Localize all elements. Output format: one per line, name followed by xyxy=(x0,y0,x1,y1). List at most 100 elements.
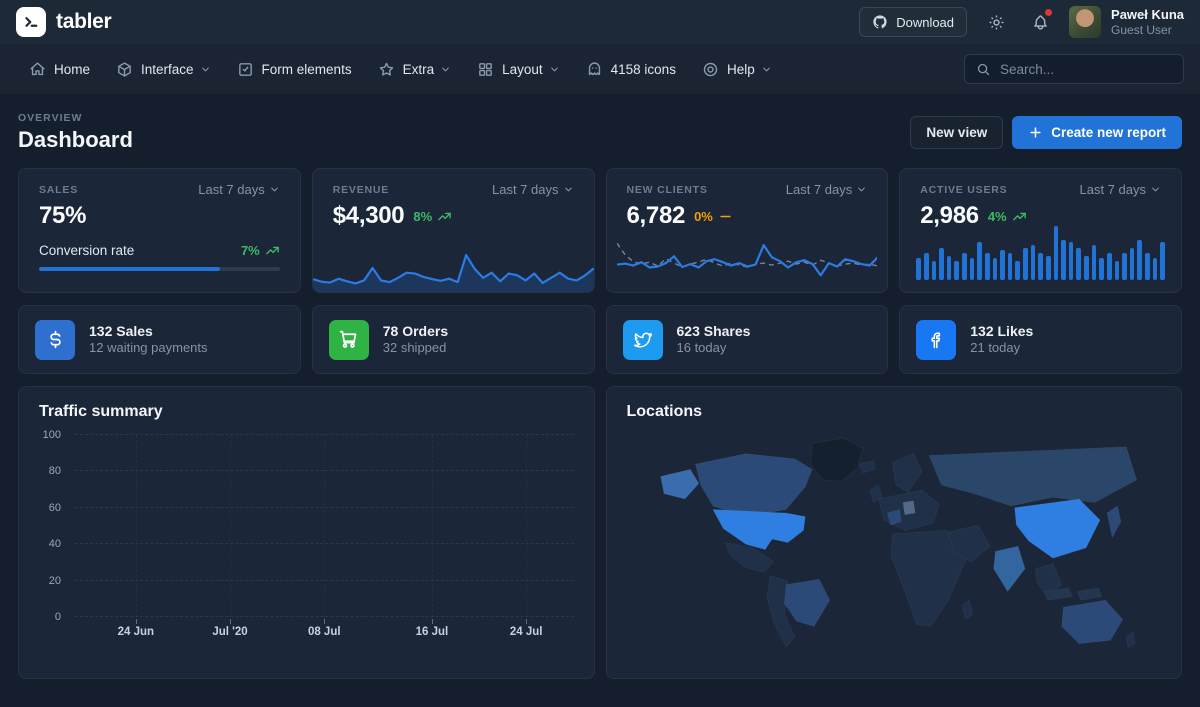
nav-item-layout[interactable]: Layout xyxy=(464,44,573,94)
spark-bar xyxy=(1122,253,1127,280)
notifications-button[interactable] xyxy=(1025,7,1055,37)
nav-item-help[interactable]: Help xyxy=(689,44,785,94)
create-report-label: Create new report xyxy=(1051,125,1166,140)
y-tick-label: 80 xyxy=(49,465,61,477)
map-region-russia xyxy=(929,447,1137,506)
map-region-madagascar xyxy=(962,600,972,619)
progress-fill xyxy=(39,267,220,271)
spark-bar xyxy=(1137,240,1142,281)
range-label: Last 7 days xyxy=(786,182,853,197)
users-sparkline-chart xyxy=(916,226,1165,280)
nav-item-icons[interactable]: 4158 icons xyxy=(573,44,689,94)
x-tick xyxy=(136,619,137,624)
nav-item-form-elements[interactable]: Form elements xyxy=(224,44,365,94)
x-tick-label: 24 Jul xyxy=(510,626,543,638)
y-tick-label: 60 xyxy=(49,502,61,514)
map-region-australia xyxy=(1061,600,1122,644)
trending-up-icon xyxy=(1012,209,1027,224)
map-region-japan xyxy=(1107,506,1121,537)
map-region-china[interactable] xyxy=(1014,499,1099,558)
users-range-dropdown[interactable]: Last 7 days xyxy=(1080,182,1162,197)
spark-bar xyxy=(1160,242,1165,280)
new-clients-change: 0% xyxy=(694,209,713,224)
spark-bar xyxy=(932,261,937,280)
conversion-progress-bar xyxy=(39,267,280,271)
new-clients-value: 6,782 xyxy=(627,202,686,230)
new-clients-card: NEW CLIENTS Last 7 days 6,782 0% xyxy=(606,168,889,293)
map-region-greenland xyxy=(810,438,862,482)
home-icon xyxy=(29,61,46,78)
sales-range-dropdown[interactable]: Last 7 days xyxy=(198,182,280,197)
spark-bar xyxy=(1107,253,1112,280)
notification-dot xyxy=(1045,9,1052,16)
trending-up-icon xyxy=(437,209,452,224)
user-name: Paweł Kuna xyxy=(1111,7,1184,23)
spark-bar xyxy=(1092,245,1097,280)
nav-label: Layout xyxy=(502,62,543,77)
traffic-summary-panel: Traffic summary 020406080100 24 JunJul '… xyxy=(18,386,595,679)
currency-dollar-icon xyxy=(35,320,75,360)
y-tick-label: 20 xyxy=(49,575,61,587)
spark-bar xyxy=(993,258,998,280)
new-view-button[interactable]: New view xyxy=(910,116,1003,149)
nav-item-extra[interactable]: Extra xyxy=(365,44,465,94)
spark-bar xyxy=(924,253,929,280)
spark-bar xyxy=(1061,240,1066,281)
page-title: Dashboard xyxy=(18,127,133,153)
x-tick-label: Jul '20 xyxy=(212,626,247,638)
download-button[interactable]: Download xyxy=(859,7,967,37)
spark-bar xyxy=(1069,242,1074,280)
search-input[interactable] xyxy=(1000,62,1177,77)
y-tick-label: 40 xyxy=(49,538,61,550)
active-users-card: ACTIVE USERS Last 7 days 2,986 4% xyxy=(899,168,1182,293)
spark-bar xyxy=(970,258,975,280)
spark-bar xyxy=(1046,256,1051,280)
chevron-down-icon xyxy=(440,64,451,75)
shares-info-card: 623 Shares 16 today xyxy=(606,305,889,374)
spark-bar xyxy=(1038,253,1043,280)
orders-info-card: 78 Orders 32 shipped xyxy=(312,305,595,374)
nav-label: Help xyxy=(727,62,755,77)
revenue-sparkline-chart xyxy=(313,246,594,292)
map-region-india xyxy=(993,546,1024,591)
traffic-bars xyxy=(75,435,574,617)
spark-bar xyxy=(1015,261,1020,280)
search-box[interactable] xyxy=(964,54,1184,84)
chevron-down-icon xyxy=(269,184,280,195)
active-users-label: ACTIVE USERS xyxy=(920,184,1007,196)
spark-bar xyxy=(1130,248,1135,280)
map-region-brazil xyxy=(784,579,829,626)
revenue-range-dropdown[interactable]: Last 7 days xyxy=(492,182,574,197)
user-role: Guest User xyxy=(1111,23,1184,37)
checkbox-icon xyxy=(237,61,254,78)
spark-bar xyxy=(1145,253,1150,280)
traffic-bar-chart xyxy=(75,435,574,617)
sales-value: 75% xyxy=(39,202,86,230)
revenue-label: REVENUE xyxy=(333,184,389,196)
github-icon xyxy=(872,14,888,30)
minus-icon xyxy=(718,209,733,224)
x-tick-label: 24 Jun xyxy=(118,626,154,638)
world-map xyxy=(627,431,1162,649)
spark-bar xyxy=(1031,245,1036,280)
spark-bar xyxy=(1076,248,1081,280)
plus-icon xyxy=(1028,125,1043,140)
theme-toggle-button[interactable] xyxy=(981,7,1011,37)
brand-logo[interactable]: tabler xyxy=(16,7,111,37)
create-report-button[interactable]: Create new report xyxy=(1012,116,1182,149)
nav-item-interface[interactable]: Interface xyxy=(103,44,224,94)
page-header: OVERVIEW Dashboard New view Create new r… xyxy=(0,95,1200,168)
spark-bar xyxy=(977,242,982,280)
nav-item-home[interactable]: Home xyxy=(16,44,103,94)
y-tick-label: 0 xyxy=(55,611,61,623)
nav-label: 4158 icons xyxy=(611,62,676,77)
map-region-indonesia-east xyxy=(1077,588,1101,600)
shopping-cart-icon xyxy=(329,320,369,360)
clients-range-dropdown[interactable]: Last 7 days xyxy=(786,182,868,197)
map-region-germany xyxy=(902,501,914,515)
tabler-logo-icon xyxy=(16,7,46,37)
nav-label: Form elements xyxy=(262,62,352,77)
info-title: 132 Likes xyxy=(970,322,1033,340)
info-title: 78 Orders xyxy=(383,322,448,340)
user-menu[interactable]: Paweł Kuna Guest User xyxy=(1069,6,1184,38)
